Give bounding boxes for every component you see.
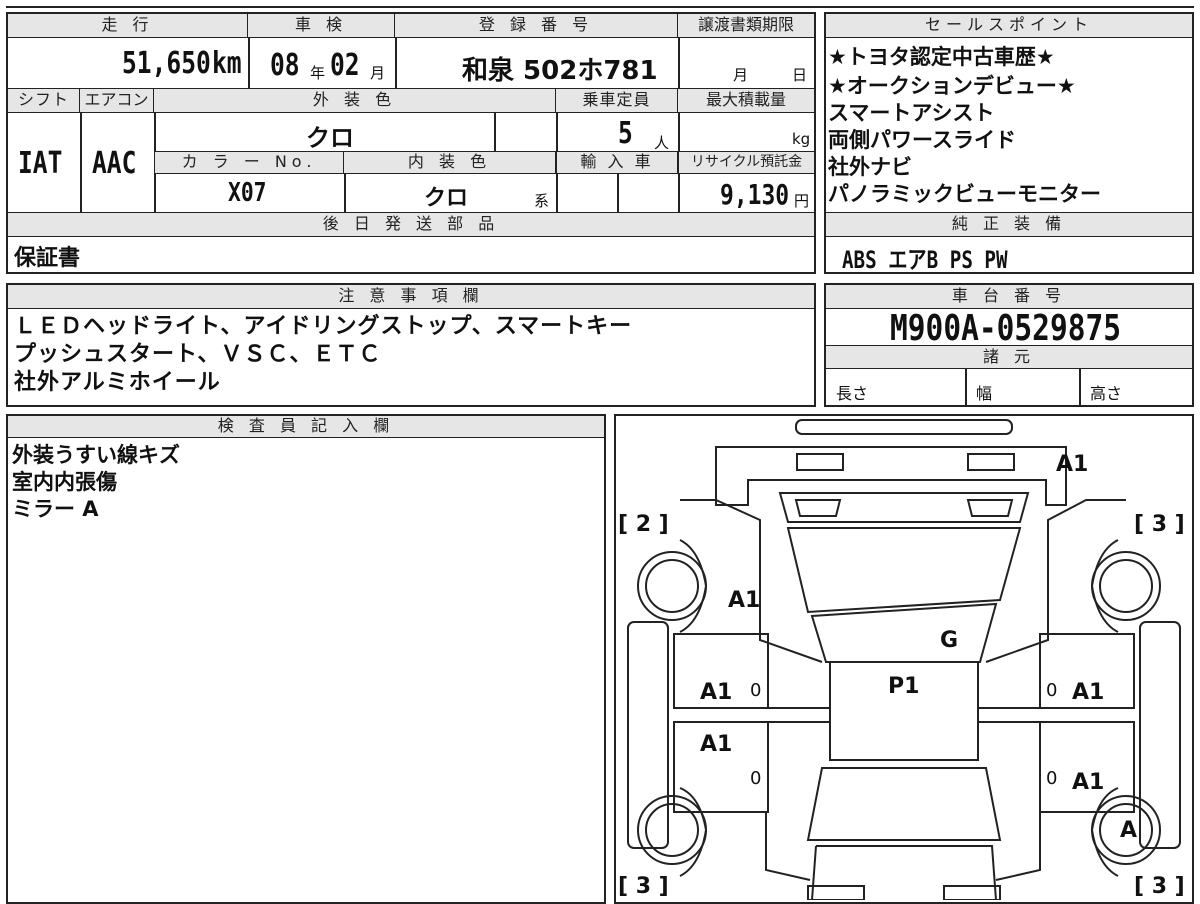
exterior-color-header: 外 装 色 xyxy=(154,89,556,113)
interior-color-value: クロ xyxy=(424,186,469,211)
mark-rear-right: A1 xyxy=(1056,452,1089,477)
mark-zero-1: 0 xyxy=(750,680,762,701)
mark-zero-2: 0 xyxy=(750,768,762,789)
exterior-color-value: クロ xyxy=(306,124,354,152)
aircon-value: AAC xyxy=(92,146,137,181)
shaken-year-unit: 年 xyxy=(310,64,326,82)
width-label: 幅 xyxy=(976,384,993,403)
registration-header: 登 録 番 号 xyxy=(395,14,678,38)
recycle-fee-header: リサイクル預託金 xyxy=(679,152,814,174)
mark-glass: G xyxy=(940,628,959,653)
shaken-month: 02 xyxy=(330,48,360,83)
shift-header: シフト xyxy=(8,89,80,113)
recycle-fee-value: 9,130 xyxy=(720,178,790,211)
mark-zero-4: 0 xyxy=(1046,768,1058,789)
chassis-header: 車 台 番 号 xyxy=(826,285,1192,309)
inspector-line-3: ミラー A xyxy=(12,497,99,521)
delivery-parts-header: 後 日 発 送 部 品 xyxy=(8,213,814,237)
transfer-day-unit: 日 xyxy=(792,66,808,84)
inspector-header: 検 査 員 記 入 欄 xyxy=(8,416,604,438)
inspector-line-2: 室内内張傷 xyxy=(12,470,117,494)
transfer-month-unit: 月 xyxy=(733,66,749,84)
capacity-unit: 人 xyxy=(654,134,670,152)
equipment-header: 純 正 装 備 xyxy=(826,213,1192,237)
shaken-year: 08 xyxy=(270,48,300,83)
sales-point-1: ★トヨタ認定中古車歴★ xyxy=(828,45,1055,69)
sales-points-header: セールスポイント xyxy=(826,14,1192,38)
tire-front-right: [ 3 ] xyxy=(1134,874,1185,899)
chassis-number: M900A-0529875 xyxy=(890,308,1122,349)
sales-point-4: 両側パワースライド xyxy=(828,128,1016,152)
shift-value: IAT xyxy=(18,146,63,181)
mark-left-rear-door: A1 xyxy=(700,680,733,705)
mark-right-rear-door: A1 xyxy=(1072,680,1105,705)
dimensions-header: 諸 元 xyxy=(826,345,1192,369)
note-line-3: 社外アルミホイール xyxy=(14,370,221,395)
capacity-header: 乗車定員 xyxy=(556,89,678,113)
color-number-header: カ ラ ー No. xyxy=(155,152,344,174)
damage-diagram-block xyxy=(614,414,1194,904)
import-header: 輸 入 車 xyxy=(557,152,678,174)
note-line-2: プッシュスタート、ＶＳＣ、ＥＴＣ xyxy=(14,342,382,367)
tire-rear-right: [ 3 ] xyxy=(1134,512,1185,537)
shaken-month-unit: 月 xyxy=(370,64,386,82)
capacity-value: 5 xyxy=(618,116,633,151)
mark-rear-left-panel: A1 xyxy=(728,588,761,613)
aircon-header: エアコン xyxy=(80,89,154,113)
equipment-value: ABS エアB PS PW xyxy=(842,246,1008,274)
height-label: 高さ xyxy=(1090,384,1123,403)
note-line-1: ＬＥＤヘッドライト、アイドリングストップ、スマートキー xyxy=(14,314,633,339)
mark-front-right-wheel: A xyxy=(1120,818,1138,843)
mileage-header: 走 行 xyxy=(8,14,248,38)
mark-right-front-door: A1 xyxy=(1072,770,1105,795)
top-cut-strip xyxy=(6,0,1194,8)
shaken-header: 車 検 xyxy=(248,14,395,38)
load-unit: kg xyxy=(792,130,811,148)
max-load-header: 最大積載量 xyxy=(678,89,814,113)
color-number-value: X07 xyxy=(228,178,267,208)
mark-roof: P1 xyxy=(888,674,920,699)
mark-left-front-door: A1 xyxy=(700,732,733,757)
sales-point-5: 社外ナビ xyxy=(828,155,912,179)
mileage-unit: km xyxy=(212,46,242,81)
tire-rear-left: [ 2 ] xyxy=(618,512,669,537)
notes-header: 注 意 事 項 欄 xyxy=(8,285,814,309)
transfer-deadline-header: 譲渡書類期限 xyxy=(678,14,814,38)
sales-point-6: パノラミックビューモニター xyxy=(828,182,1101,206)
mark-zero-3: 0 xyxy=(1046,680,1058,701)
registration-number: 和泉 502ホ781 xyxy=(462,56,658,86)
sales-point-3: スマートアシスト xyxy=(828,101,995,125)
interior-color-unit: 系 xyxy=(534,192,550,210)
tire-front-left: [ 3 ] xyxy=(618,874,669,899)
recycle-fee-unit: 円 xyxy=(794,192,810,210)
length-label: 長さ xyxy=(836,384,869,403)
delivery-parts-value: 保証書 xyxy=(14,246,81,271)
interior-color-header: 内 装 色 xyxy=(344,152,556,174)
mileage-value: 51,650 xyxy=(122,46,211,81)
inspector-line-1: 外装うすい線キズ xyxy=(12,443,180,467)
sales-point-2: ★オークションデビュー★ xyxy=(828,74,1076,98)
